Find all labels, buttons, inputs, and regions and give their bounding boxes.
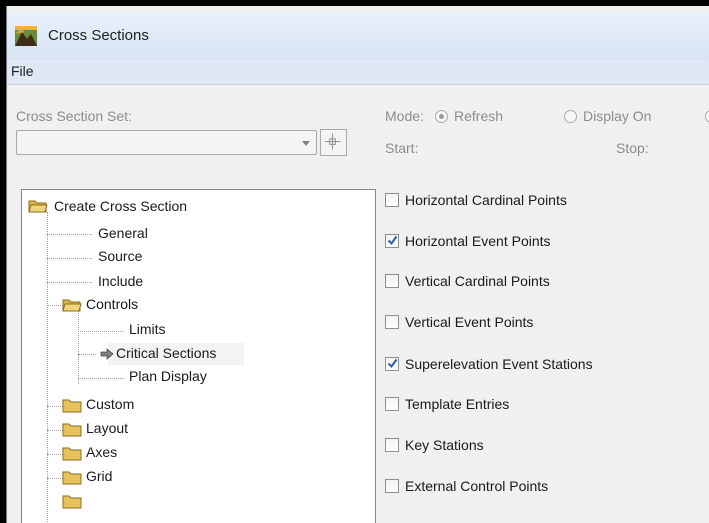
tree-item-grid[interactable]: Grid (86, 468, 112, 484)
start-label: Start: (385, 140, 419, 156)
tree-line (47, 454, 63, 455)
mode-refresh-label: Refresh (454, 108, 504, 124)
checkbox[interactable] (385, 193, 399, 207)
option-label: Superelevation Event Stations (405, 356, 593, 372)
cross-section-set-label: Cross Section Set: (16, 108, 132, 124)
crosshair-icon (324, 133, 341, 150)
window-title: Cross Sections (48, 27, 149, 44)
option-label: Vertical Cardinal Points (405, 273, 550, 289)
tree-item-custom[interactable]: Custom (86, 396, 134, 412)
tree-line (47, 406, 63, 407)
tree-item-create-cross-section[interactable]: Create Cross Section (54, 198, 187, 214)
tree-line (78, 308, 79, 384)
chevron-down-icon (302, 141, 310, 146)
folder-icon (62, 447, 82, 461)
tree-line (47, 258, 92, 259)
tree-item-plan-display[interactable]: Plan Display (129, 368, 207, 384)
tree-line (47, 478, 63, 479)
tree-line (47, 305, 63, 306)
checkbox[interactable] (385, 479, 399, 493)
tree-item-controls[interactable]: Controls (86, 296, 138, 312)
mode-third-radio[interactable] (705, 110, 709, 123)
mode-label: Mode: (385, 108, 424, 124)
option-label: Key Stations (405, 437, 484, 453)
checkmark-icon (387, 235, 398, 246)
checkbox[interactable] (385, 234, 399, 248)
tree-line (47, 430, 63, 431)
tree-line (78, 331, 123, 332)
option-label: Vertical Event Points (405, 314, 534, 330)
mode-display-on-label: Display On (583, 108, 652, 124)
folder-icon (62, 423, 82, 437)
tree-item-axes[interactable]: Axes (86, 444, 117, 460)
option-label: External Control Points (405, 478, 549, 494)
checkbox[interactable] (385, 315, 399, 329)
option-label: Horizontal Cardinal Points (405, 192, 567, 208)
tree-item-critical-sections[interactable]: Critical Sections (116, 345, 216, 361)
folder-open-icon (28, 200, 48, 213)
stop-label: Stop: (616, 140, 649, 156)
option-label: Template Entries (405, 396, 510, 412)
cross-section-set-dropdown[interactable] (16, 130, 317, 155)
tree-line (47, 282, 92, 283)
tree-line (78, 354, 96, 355)
folder-icon (62, 399, 82, 413)
cross-sections-window: Cross Sections File Cross Section Set: M… (6, 6, 709, 523)
tree-line (47, 234, 92, 235)
title-bar[interactable]: Cross Sections (7, 12, 709, 60)
menu-file[interactable]: File (11, 63, 34, 79)
arrow-right-icon (100, 348, 114, 360)
folder-icon (62, 495, 82, 509)
checkbox[interactable] (385, 397, 399, 411)
app-icon (15, 26, 37, 46)
menu-bar: File (7, 60, 709, 85)
tree-item-general[interactable]: General (98, 225, 148, 241)
pick-set-button[interactable] (320, 129, 347, 156)
checkbox[interactable] (385, 438, 399, 452)
folder-open-icon (62, 299, 82, 312)
checkbox[interactable] (385, 357, 399, 371)
tree-item-limits[interactable]: Limits (129, 321, 166, 337)
mode-refresh-radio[interactable] (435, 110, 448, 123)
tree-item-include[interactable]: Include (98, 273, 143, 289)
tree-item-source[interactable]: Source (98, 248, 142, 264)
tree-line (78, 378, 123, 379)
checkbox[interactable] (385, 274, 399, 288)
navigation-tree: Create Cross Section General Source Incl… (21, 189, 376, 523)
option-label: Horizontal Event Points (405, 233, 551, 249)
tree-item-layout[interactable]: Layout (86, 420, 128, 436)
checkmark-icon (387, 358, 398, 369)
folder-icon (62, 471, 82, 485)
mode-display-on-radio[interactable] (564, 110, 577, 123)
